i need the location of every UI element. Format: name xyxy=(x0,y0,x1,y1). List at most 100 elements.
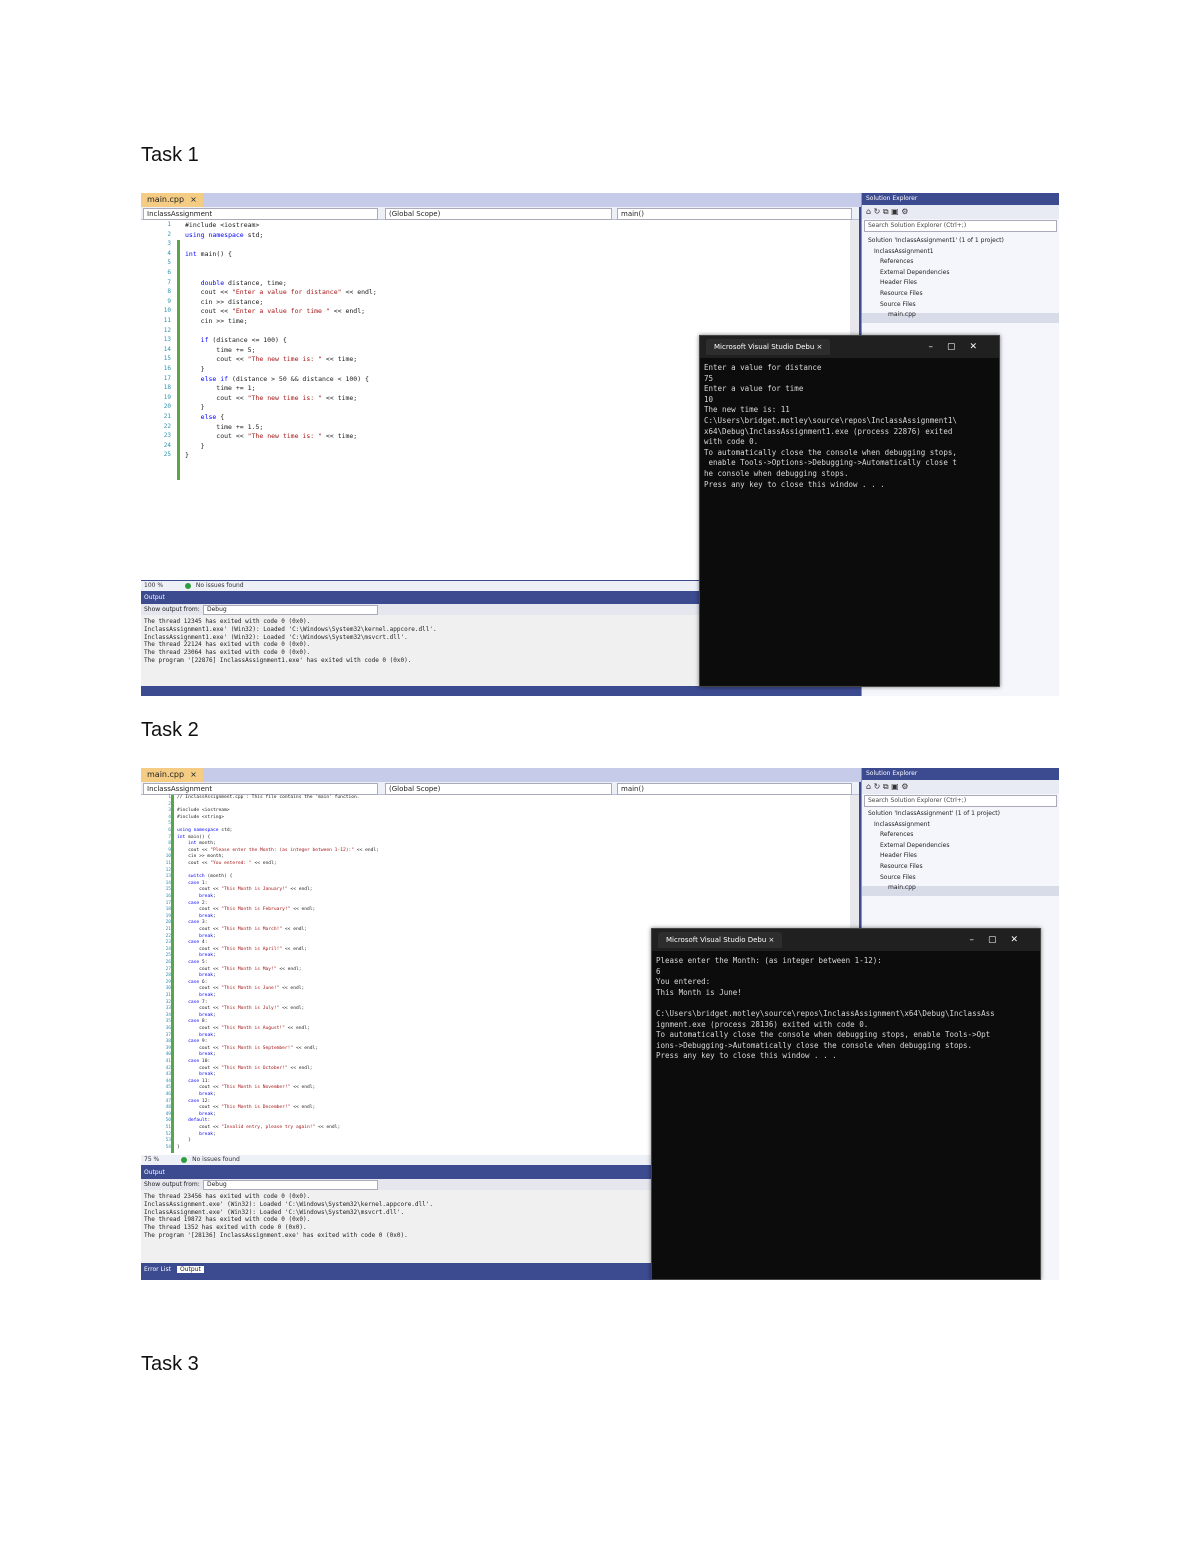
code-line: #include <iostream> xyxy=(185,221,260,229)
line-number: 19 xyxy=(163,393,171,401)
code-line: break; xyxy=(199,1072,216,1078)
change-indicator xyxy=(177,240,180,480)
console-line: ions->Debugging->Automatically close the… xyxy=(656,1040,973,1050)
output-source-select[interactable]: Debug xyxy=(203,605,378,615)
line-number: 3 xyxy=(167,240,171,248)
line-number: 52 xyxy=(165,1131,171,1137)
code-line: } xyxy=(185,403,205,412)
line-number: 11 xyxy=(163,317,171,324)
file-tab[interactable]: main.cpp × xyxy=(141,768,203,782)
line-number: 9 xyxy=(168,847,171,853)
solution-explorer-title: Solution Explorer xyxy=(862,768,1059,780)
show-output-from-label: Show output from: xyxy=(144,606,200,613)
output-line: InclassAssignment1.exe' (Win32): Loaded … xyxy=(144,633,408,641)
issues-status: No issues found xyxy=(192,1156,240,1163)
line-number: 12 xyxy=(163,326,171,334)
code-line: case 5: xyxy=(188,960,208,965)
solution-tree-item: Resource Files xyxy=(880,290,923,297)
console-line: The new time is: 11 xyxy=(704,405,790,415)
project-dropdown[interactable]: InclassAssignment xyxy=(143,208,378,220)
code-line: case 2: xyxy=(188,900,208,906)
code-line: cout << "This Month is May!" << endl; xyxy=(177,966,302,972)
console-title-bar: Microsoft Visual Studio Debu × –▢✕ xyxy=(700,336,999,358)
zoom-level[interactable]: 75 % xyxy=(144,1156,159,1163)
line-number: 54 xyxy=(165,1144,171,1150)
function-dropdown[interactable]: main() xyxy=(617,783,852,795)
line-number: 3 xyxy=(168,808,171,814)
output-line: The thread 1352 has exited with code 0 (… xyxy=(144,1224,307,1232)
output-line: InclassAssignment1.exe' (Win32): Loaded … xyxy=(144,625,437,633)
code-line: cout << "Invalid entry, please try again… xyxy=(177,1125,341,1130)
tab-output[interactable]: Output xyxy=(176,1266,204,1273)
project-dropdown[interactable]: InclassAssignment xyxy=(143,783,378,795)
check-circle-icon xyxy=(184,582,191,589)
console-tab[interactable]: Microsoft Visual Studio Debu × xyxy=(658,932,783,948)
line-number: 46 xyxy=(165,1092,171,1097)
line-number: 49 xyxy=(165,1111,171,1117)
output-line: The program '[28136] InclassAssignment.e… xyxy=(144,1232,408,1239)
line-number: 7 xyxy=(167,278,171,286)
function-dropdown[interactable]: main() xyxy=(617,208,852,220)
code-line: case 10: xyxy=(188,1059,211,1064)
navigation-bar: InclassAssignment (Global Scope) main() xyxy=(141,782,859,795)
line-number-gutter: 1 2 3 4 5 6 7 8 9 10 11 12 13 14 15 16 17 18 19 20 21 22 23 24 2… xyxy=(141,220,175,580)
code-line: case 4: xyxy=(188,940,208,946)
code-line: cout << "The new time is: " << time; xyxy=(185,355,358,364)
code-line: else if (distance > 50 && distance < 100… xyxy=(200,374,369,383)
code-line: default: xyxy=(188,1118,211,1124)
code-line: cout << "This Month is November!" << end… xyxy=(177,1085,316,1091)
line-number: 7 xyxy=(168,834,171,840)
line-number: 1 xyxy=(167,221,171,228)
window-controls[interactable]: –▢✕ xyxy=(969,929,1032,951)
solution-tree-item: Source Files xyxy=(880,300,916,308)
code-line: time += 1.5; xyxy=(185,422,264,431)
line-number: 8 xyxy=(168,841,171,847)
code-line: case 1: xyxy=(188,880,208,886)
output-line: The thread 23064 has exited with code 0 … xyxy=(144,649,311,657)
code-line: cout << "This Month is February!" << end… xyxy=(177,907,316,913)
file-tab[interactable]: main.cpp × xyxy=(141,193,203,207)
code-line: case 7: xyxy=(188,999,208,1005)
line-number: 15 xyxy=(165,887,171,893)
tab-error-list[interactable]: Error List xyxy=(144,1266,171,1273)
line-number: 18 xyxy=(165,907,171,913)
line-number: 12 xyxy=(165,867,171,873)
line-number: 24 xyxy=(163,441,171,449)
code-line: break; xyxy=(199,913,216,919)
solution-search-input[interactable]: Search Solution Explorer (Ctrl+;) xyxy=(864,795,1057,807)
code-line: } xyxy=(185,365,205,373)
console-line: 10 xyxy=(704,394,714,404)
solution-search-input[interactable]: Search Solution Explorer (Ctrl+;) xyxy=(864,220,1057,232)
line-number: 29 xyxy=(165,979,171,985)
line-number: 22 xyxy=(163,422,171,430)
line-number: 37 xyxy=(165,1032,171,1038)
line-number: 45 xyxy=(165,1085,171,1091)
line-number: 4 xyxy=(167,249,171,257)
code-line: cout << "You entered: " << endl; xyxy=(177,861,277,866)
line-number: 10 xyxy=(165,854,171,860)
line-number: 38 xyxy=(165,1039,171,1045)
close-icon[interactable]: × xyxy=(190,195,197,204)
console-line: To automatically close the console when … xyxy=(656,1030,991,1040)
close-icon[interactable]: × xyxy=(190,770,197,779)
code-line: int month; xyxy=(188,841,216,847)
code-line: cout << "This Month is October!" << endl… xyxy=(177,1065,313,1071)
line-number: 34 xyxy=(165,1012,171,1018)
line-number: 8 xyxy=(167,288,171,296)
output-line: The thread 12345 has exited with code 0 … xyxy=(144,618,311,625)
line-number: 23 xyxy=(163,432,171,440)
output-source-select[interactable]: Debug xyxy=(203,1180,378,1190)
code-line: int main() { xyxy=(177,834,211,840)
scope-dropdown[interactable]: (Global Scope) xyxy=(385,208,612,220)
window-controls[interactable]: –▢✕ xyxy=(928,336,991,358)
console-tab[interactable]: Microsoft Visual Studio Debu × xyxy=(706,339,831,355)
console-line: C:\Users\bridget.motley\source\repos\Inc… xyxy=(704,416,957,425)
console-line: 6 xyxy=(656,966,661,976)
scope-dropdown[interactable]: (Global Scope) xyxy=(385,783,612,795)
line-number: 27 xyxy=(165,966,171,972)
line-number: 18 xyxy=(163,384,171,392)
line-number: 16 xyxy=(165,894,171,899)
code-line: using namespace std; xyxy=(177,828,233,833)
zoom-level[interactable]: 100 % xyxy=(144,582,163,589)
console-line: C:\Users\bridget.motley\source\repos\Inc… xyxy=(656,1009,995,1018)
